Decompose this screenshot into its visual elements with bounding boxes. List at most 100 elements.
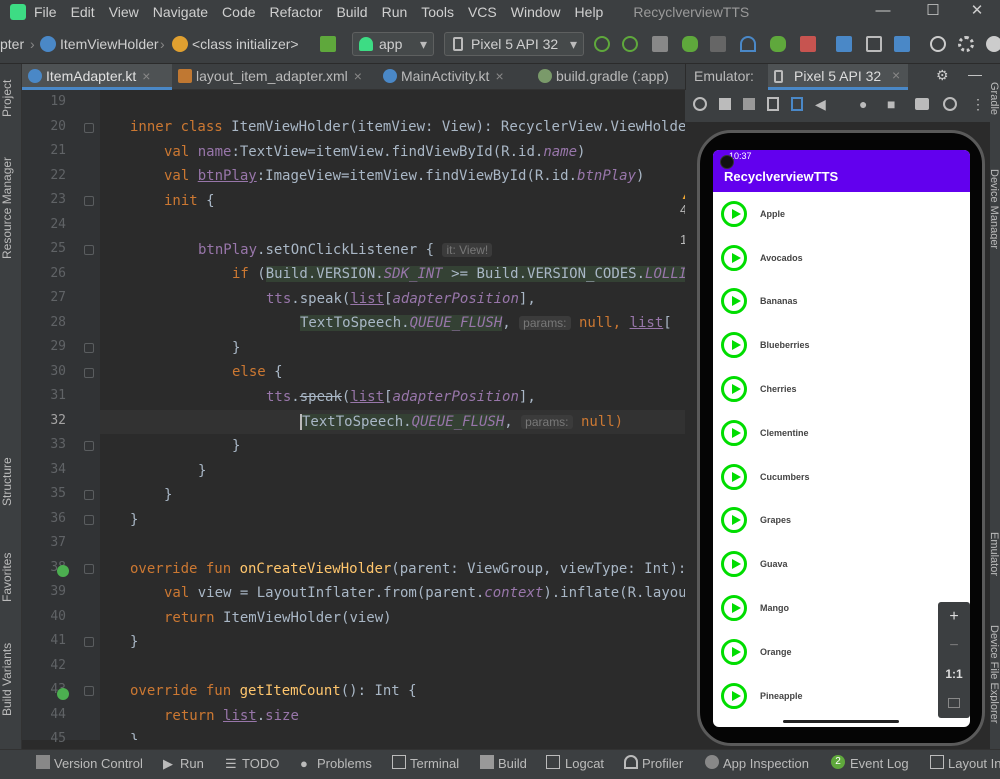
menu-refactor[interactable]: Refactor: [270, 4, 323, 20]
version-control-button[interactable]: Version Control: [54, 756, 143, 771]
hammer-icon[interactable]: [320, 36, 336, 52]
device-file-explorer-tool-button[interactable]: Device File Explorer: [990, 604, 1000, 744]
zoom-fit-button[interactable]: [938, 689, 970, 718]
tab-build-gradle[interactable]: build.gradle (:app): [532, 64, 685, 90]
tab-mainactivity[interactable]: MainActivity.kt ×: [377, 64, 532, 90]
play-button-icon[interactable]: [721, 419, 747, 446]
favorites-tool-button[interactable]: Favorites: [0, 542, 22, 612]
list-item[interactable]: Avocados: [713, 236, 970, 280]
gear-icon[interactable]: ⚙: [936, 67, 949, 84]
play-button-icon[interactable]: [721, 595, 747, 622]
menu-file[interactable]: File: [34, 4, 57, 20]
sdk-manager-icon[interactable]: [894, 36, 910, 52]
fold-icon[interactable]: [84, 637, 94, 647]
menu-vcs[interactable]: VCS: [468, 4, 497, 20]
fold-icon[interactable]: [84, 515, 94, 525]
build-variants-tool-button[interactable]: Build Variants: [0, 634, 22, 724]
apply-code-changes-icon[interactable]: [622, 36, 638, 52]
list-item[interactable]: Pineapple: [713, 674, 970, 718]
menu-edit[interactable]: Edit: [71, 4, 95, 20]
resource-manager-tool-button[interactable]: Resource Manager: [0, 148, 22, 268]
search-icon[interactable]: [930, 36, 946, 52]
menu-run[interactable]: Run: [382, 4, 408, 20]
run-button[interactable]: Run: [180, 756, 204, 771]
snapshot-icon[interactable]: [943, 97, 957, 111]
play-button-icon[interactable]: [721, 551, 747, 578]
zoom-out-button[interactable]: −: [938, 631, 970, 660]
sync-icon[interactable]: [652, 36, 668, 52]
list-item[interactable]: Apple: [713, 192, 970, 236]
menu-navigate[interactable]: Navigate: [153, 4, 208, 20]
stop-icon[interactable]: [800, 36, 816, 52]
build-button[interactable]: Build: [498, 756, 527, 771]
fold-icon[interactable]: [84, 343, 94, 353]
project-tool-button[interactable]: Project: [0, 68, 22, 128]
hide-icon[interactable]: —: [968, 66, 982, 82]
play-button-icon[interactable]: [721, 200, 747, 227]
device-select[interactable]: Pixel 5 API 32 ▾: [444, 32, 584, 56]
problems-button[interactable]: Problems: [317, 756, 372, 771]
breadcrumb-file[interactable]: pter: [0, 36, 24, 52]
tab-layout-xml[interactable]: layout_item_adapter.xml ×: [172, 64, 377, 90]
camera-icon[interactable]: [915, 98, 929, 110]
apply-changes-icon[interactable]: [594, 36, 610, 52]
fold-icon[interactable]: [84, 196, 94, 206]
list-item[interactable]: Cucumbers: [713, 455, 970, 499]
back-icon[interactable]: ◀: [815, 96, 826, 113]
implements-icon[interactable]: [57, 565, 69, 577]
zoom-actual-size-button[interactable]: 1:1: [938, 660, 970, 689]
device-manager-icon[interactable]: [866, 36, 882, 52]
list-item[interactable]: Cherries: [713, 367, 970, 411]
app-inspection-button[interactable]: App Inspection: [723, 756, 809, 771]
list-item[interactable]: Blueberries: [713, 323, 970, 367]
fold-icon[interactable]: [84, 686, 94, 696]
gesture-bar[interactable]: [783, 720, 899, 723]
breadcrumb-class[interactable]: ItemViewHolder: [60, 36, 159, 52]
list-item[interactable]: Bananas: [713, 280, 970, 324]
attach-icon[interactable]: [770, 36, 786, 52]
layout-inspector-button[interactable]: Layout Ins: [948, 756, 1000, 771]
close-tab-icon[interactable]: ×: [892, 67, 900, 83]
fold-icon[interactable]: [84, 368, 94, 378]
run-config-select[interactable]: app ▾: [352, 32, 434, 56]
breadcrumb-initializer[interactable]: <class initializer>: [192, 36, 299, 52]
gear-icon[interactable]: [958, 36, 974, 52]
more-icon[interactable]: ⋮: [971, 96, 985, 113]
play-button-icon[interactable]: [721, 463, 747, 490]
event-log-button[interactable]: Event Log: [850, 756, 909, 771]
maximize-button[interactable]: ☐: [910, 0, 956, 24]
menu-window[interactable]: Window: [511, 4, 561, 20]
play-button-icon[interactable]: [721, 682, 747, 709]
play-button-icon[interactable]: [721, 376, 747, 403]
play-button-icon[interactable]: [721, 507, 747, 534]
volume-up-icon[interactable]: [719, 98, 731, 110]
rotate-left-icon[interactable]: [767, 97, 779, 111]
device-manager-tool-button[interactable]: Device Manager: [990, 154, 1000, 264]
tab-itemadapter[interactable]: ItemAdapter.kt ×: [22, 64, 172, 90]
play-button-icon[interactable]: [721, 638, 747, 665]
list-item[interactable]: Orange: [713, 630, 970, 674]
structure-tool-button[interactable]: Structure: [0, 452, 22, 512]
phone-screen[interactable]: 10:37 RecyclverviewTTS Apple Avocados Ba…: [713, 150, 970, 727]
profile-icon[interactable]: [740, 36, 756, 52]
play-button-icon[interactable]: [721, 332, 747, 359]
minimize-button[interactable]: —: [860, 0, 906, 24]
account-icon[interactable]: [986, 36, 1000, 52]
logcat-button[interactable]: Logcat: [565, 756, 604, 771]
fold-icon[interactable]: [84, 245, 94, 255]
list-item[interactable]: Guava: [713, 542, 970, 586]
attach-debugger-icon[interactable]: [710, 36, 726, 52]
zoom-in-button[interactable]: +: [938, 602, 970, 631]
list-item[interactable]: Mango: [713, 586, 970, 630]
profiler-button[interactable]: Profiler: [642, 756, 683, 771]
gradle-tool-button[interactable]: Gradle: [990, 74, 1000, 124]
list-item[interactable]: Grapes: [713, 499, 970, 543]
gradle-sync-icon[interactable]: [836, 36, 852, 52]
close-tab-icon[interactable]: ×: [354, 68, 362, 84]
home-icon[interactable]: ●: [859, 96, 867, 112]
list-item[interactable]: Clementine: [713, 411, 970, 455]
rotate-right-icon[interactable]: [791, 97, 803, 111]
menu-code[interactable]: Code: [222, 4, 255, 20]
close-tab-icon[interactable]: ×: [495, 68, 503, 84]
terminal-button[interactable]: Terminal: [410, 756, 459, 771]
